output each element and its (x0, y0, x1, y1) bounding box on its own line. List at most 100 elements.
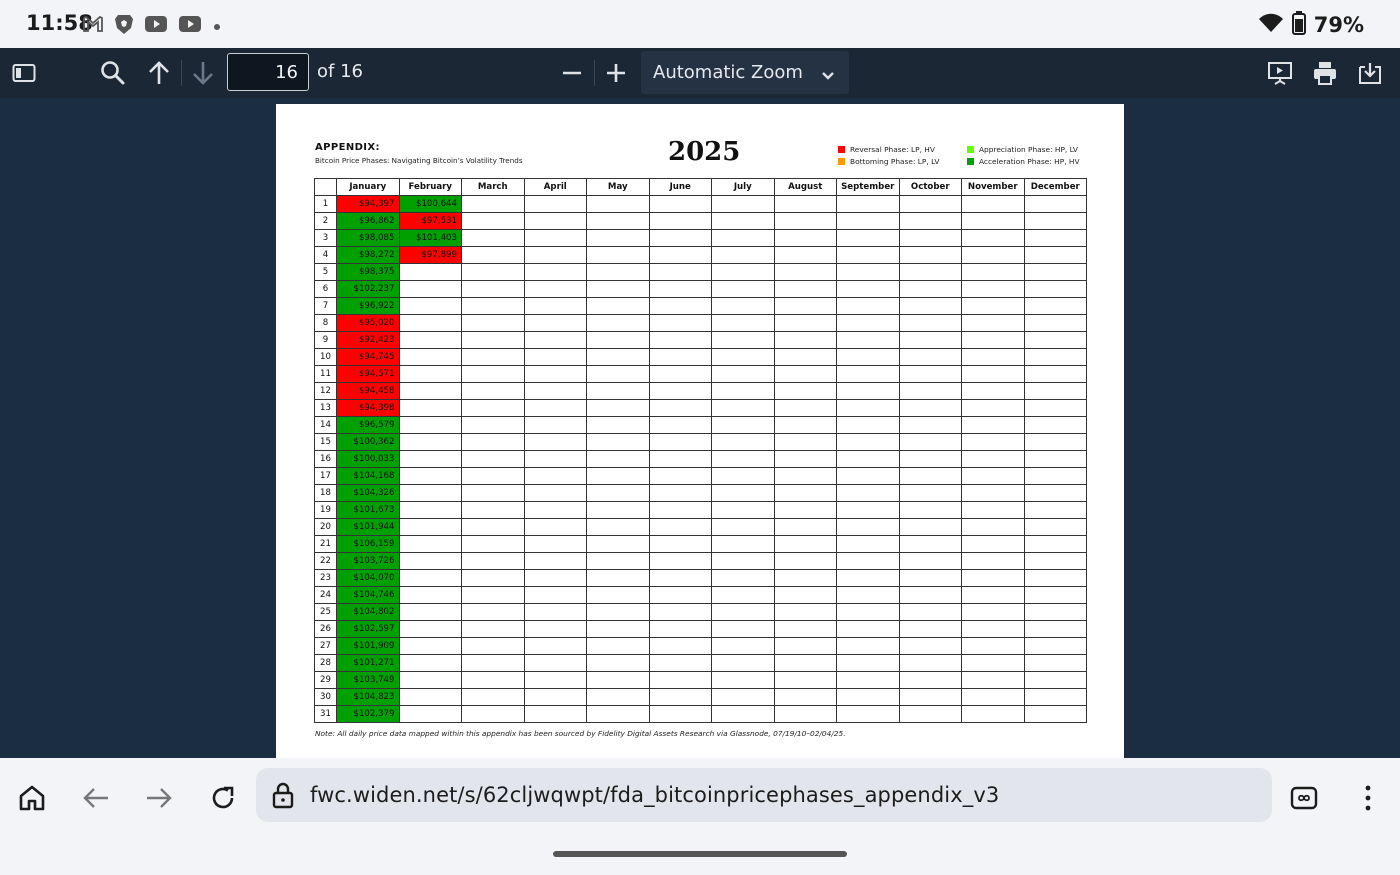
day-number: 16 (314, 450, 337, 468)
empty-cell (648, 569, 712, 587)
zoom-in-icon[interactable] (599, 56, 633, 90)
empty-cell (398, 518, 462, 536)
price-cell: $100,644 (398, 195, 462, 213)
empty-cell (461, 535, 525, 553)
empty-cell (1023, 263, 1087, 281)
empty-cell (1023, 688, 1087, 706)
legend-swatch (838, 158, 845, 166)
empty-cell (1023, 603, 1087, 621)
sidebar-toggle-icon[interactable] (7, 56, 41, 90)
empty-cell (586, 467, 650, 485)
day-number: 15 (314, 433, 337, 451)
zoom-select[interactable]: Automatic Zoom (641, 51, 849, 94)
empty-cell (461, 688, 525, 706)
legend-col-1: Reversal Phase: LP, HV Bottoming Phase: … (838, 143, 939, 168)
price-cell: $97,899 (398, 246, 462, 264)
empty-cell (961, 212, 1025, 230)
empty-cell (461, 229, 525, 247)
price-cell: $98,375 (336, 263, 400, 281)
empty-cell (898, 654, 962, 672)
empty-cell (586, 314, 650, 332)
zoom-out-icon[interactable] (555, 56, 589, 90)
empty-cell (836, 433, 900, 451)
empty-cell (586, 382, 650, 400)
empty-cell (523, 671, 587, 689)
empty-cell (523, 331, 587, 349)
empty-cell (898, 314, 962, 332)
search-icon[interactable] (96, 56, 130, 90)
print-icon[interactable] (1308, 56, 1342, 90)
month-header: July (711, 178, 775, 196)
price-cell: $100,362 (336, 433, 400, 451)
table-row: 30 $104,823 (314, 688, 1087, 706)
previous-page-icon[interactable] (142, 56, 176, 90)
empty-cell (523, 467, 587, 485)
gesture-handle[interactable] (553, 851, 847, 857)
empty-cell (773, 331, 837, 349)
day-number: 25 (314, 603, 337, 621)
empty-cell (523, 484, 587, 502)
reload-icon[interactable] (205, 780, 241, 816)
table-row: 31 $102,379 (314, 705, 1087, 723)
table-row: 9 $92,423 (314, 331, 1087, 349)
page-number-input[interactable] (227, 53, 309, 91)
empty-cell (1023, 348, 1087, 366)
more-menu-icon[interactable] (1350, 780, 1386, 816)
legend-swatch (967, 158, 974, 166)
day-number: 21 (314, 535, 337, 553)
empty-cell (586, 518, 650, 536)
empty-cell (586, 450, 650, 468)
empty-cell (586, 501, 650, 519)
empty-cell (523, 518, 587, 536)
empty-cell (648, 399, 712, 417)
empty-cell (773, 212, 837, 230)
presentation-mode-icon[interactable] (1263, 56, 1297, 90)
home-icon[interactable] (14, 780, 50, 816)
download-icon[interactable] (1353, 56, 1387, 90)
legend-label: Bottoming Phase: LP, LV (850, 157, 940, 167)
empty-cell (1023, 654, 1087, 672)
empty-cell (711, 195, 775, 213)
empty-cell (648, 620, 712, 638)
empty-cell (461, 671, 525, 689)
empty-cell (836, 467, 900, 485)
empty-cell (1023, 705, 1087, 723)
price-cell: $104,823 (336, 688, 400, 706)
empty-cell (961, 705, 1025, 723)
empty-cell (648, 348, 712, 366)
next-page-icon[interactable] (186, 56, 220, 90)
legend-item: Reversal Phase: LP, HV (838, 143, 939, 156)
empty-cell (836, 314, 900, 332)
day-number: 1 (314, 195, 337, 213)
empty-cell (711, 382, 775, 400)
empty-cell (1023, 671, 1087, 689)
empty-cell (586, 399, 650, 417)
tab-switcher-icon[interactable] (1286, 780, 1322, 816)
empty-cell (836, 501, 900, 519)
empty-cell (523, 280, 587, 298)
appendix-title: APPENDIX: (315, 142, 380, 153)
back-icon[interactable] (78, 780, 114, 816)
youtube-icon (144, 15, 168, 37)
day-number: 18 (314, 484, 337, 502)
empty-cell (586, 246, 650, 264)
empty-cell (1023, 501, 1087, 519)
empty-cell (398, 535, 462, 553)
empty-cell (1023, 212, 1087, 230)
address-bar[interactable]: fwc.widen.net/s/62cljwqwpt/fda_bitcoinpr… (256, 768, 1272, 822)
day-number: 28 (314, 654, 337, 672)
day-number: 24 (314, 586, 337, 604)
empty-cell (836, 229, 900, 247)
empty-cell (711, 518, 775, 536)
empty-cell (586, 331, 650, 349)
empty-cell (461, 569, 525, 587)
empty-cell (523, 195, 587, 213)
empty-cell (961, 450, 1025, 468)
empty-cell (461, 212, 525, 230)
empty-cell (711, 263, 775, 281)
toolbar-separator (594, 60, 595, 86)
forward-icon[interactable] (141, 780, 177, 816)
empty-cell (398, 314, 462, 332)
pdf-viewer[interactable]: APPENDIX: Bitcoin Price Phases: Navigati… (0, 98, 1400, 758)
empty-cell (523, 603, 587, 621)
